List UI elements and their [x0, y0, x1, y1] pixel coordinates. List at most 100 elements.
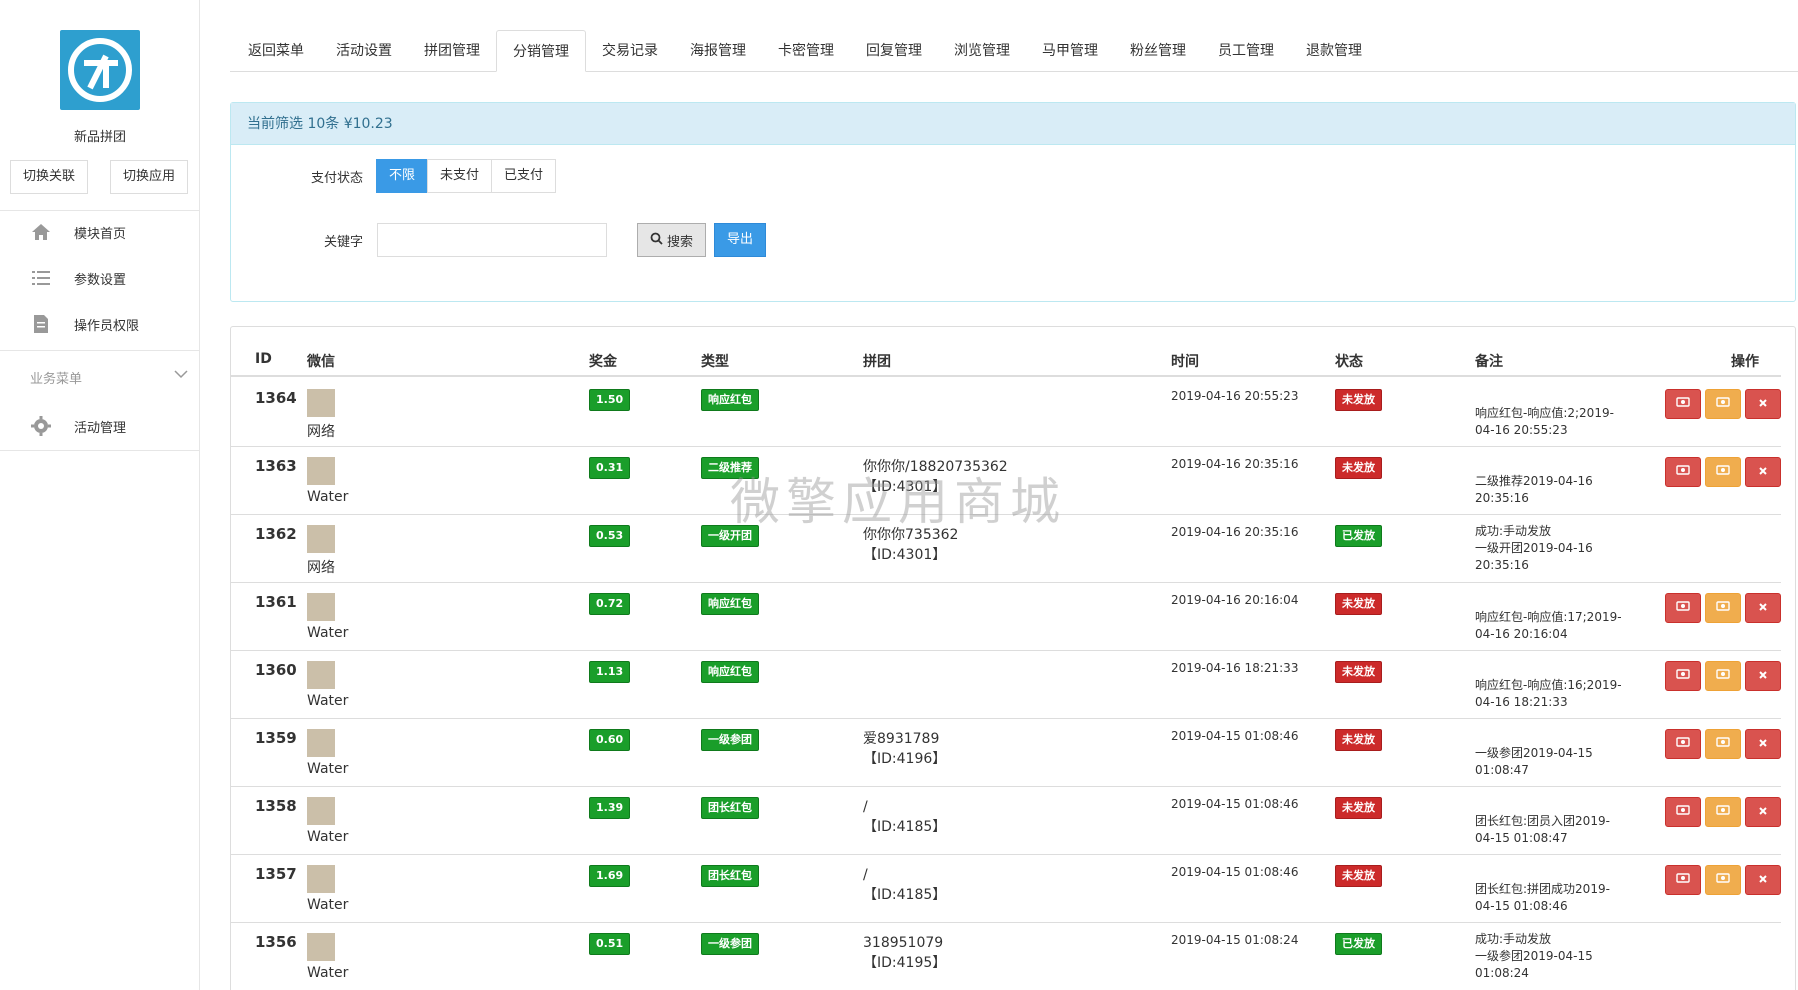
view-button[interactable]	[1665, 729, 1701, 759]
table-row: 1356 Water 0.51 一级参团 318951079 【ID:4195】 2019…	[231, 923, 1781, 990]
tab-0[interactable]: 返回菜单	[232, 30, 320, 72]
sidebar-item-label: 活动管理	[74, 420, 127, 436]
tab-2[interactable]: 拼团管理	[408, 30, 496, 72]
pay-button[interactable]	[1705, 865, 1741, 895]
avatar	[307, 933, 335, 961]
table-row: 1360 Water 1.13 响应红包 2019-04-16 18:21:33 未发放响…	[231, 651, 1781, 719]
record-time: 2019-04-16 20:16:04	[1171, 593, 1299, 607]
eye-icon	[1676, 600, 1690, 616]
delete-button[interactable]	[1745, 593, 1781, 623]
pay-button[interactable]	[1705, 389, 1741, 419]
pay-button[interactable]	[1705, 729, 1741, 759]
type-badge: 团长红包	[701, 865, 759, 887]
pay-status-segment: 不限 未支付 已支付	[376, 159, 557, 193]
money-icon	[1716, 396, 1730, 412]
view-button[interactable]	[1665, 593, 1701, 623]
tab-9[interactable]: 马甲管理	[1026, 30, 1114, 72]
pay-button[interactable]	[1705, 457, 1741, 487]
delete-button[interactable]	[1745, 797, 1781, 827]
pay-option-all[interactable]: 不限	[376, 159, 429, 193]
note-text: 成功:手动发放 一级参团2019-04-15 01:08:24	[1475, 932, 1593, 980]
bonus-badge: 0.53	[589, 525, 631, 547]
note-text: 团长红包:团员入团2019-04-15 01:08:47	[1475, 814, 1610, 845]
table-row: 1359 Water 0.60 一级参团 爱8931789 【ID:4196】 2019-…	[231, 719, 1781, 787]
eye-icon	[1676, 804, 1690, 820]
row-actions	[1665, 661, 1781, 691]
pay-button[interactable]	[1705, 593, 1741, 623]
sidebar-item-operator-permissions[interactable]: 操作员权限	[0, 304, 200, 344]
wechat-name: Water	[307, 625, 349, 641]
type-badge: 一级参团	[701, 729, 759, 751]
note-text: 响应红包-响应值:2;2019-04-16 20:55:23	[1475, 406, 1614, 437]
status-badge: 未发放	[1335, 865, 1382, 887]
sidebar-item-label: 操作员权限	[74, 318, 140, 334]
delete-button[interactable]	[1745, 729, 1781, 759]
pay-button[interactable]	[1705, 797, 1741, 827]
record-time: 2019-04-16 20:55:23	[1171, 389, 1299, 403]
tab-3[interactable]: 分销管理	[496, 30, 586, 72]
col-ops: 操作	[1731, 354, 1759, 370]
avatar	[307, 389, 335, 417]
sidebar-item-label: 参数设置	[74, 272, 127, 288]
tab-7[interactable]: 回复管理	[850, 30, 938, 72]
switch-app-button[interactable]: 切换应用	[110, 160, 189, 194]
records-table: ID 微信 奖金 类型 拼团 时间 状态 备注 操作 1364 网络 1.50 响应红…	[230, 326, 1796, 990]
document-icon	[30, 313, 52, 335]
wechat-name: Water	[307, 829, 349, 845]
wechat-name: Water	[307, 489, 349, 505]
view-button[interactable]	[1665, 457, 1701, 487]
table-row: 1358 Water 1.39 团长红包 / 【ID:4185】 2019-04-15 0…	[231, 787, 1781, 855]
bonus-badge: 1.13	[589, 661, 631, 683]
status-badge: 未发放	[1335, 729, 1382, 751]
wechat-name: 网络	[307, 560, 335, 576]
tab-12[interactable]: 退款管理	[1290, 30, 1378, 72]
avatar	[307, 661, 335, 689]
divider	[0, 350, 200, 351]
delete-button[interactable]	[1745, 865, 1781, 895]
bonus-badge: 1.50	[589, 389, 631, 411]
tab-5[interactable]: 海报管理	[674, 30, 762, 72]
keyword-input[interactable]	[377, 223, 607, 257]
view-button[interactable]	[1665, 389, 1701, 419]
pay-button[interactable]	[1705, 661, 1741, 691]
divider	[0, 450, 200, 451]
tab-4[interactable]: 交易记录	[586, 30, 674, 72]
row-id: 1358	[255, 797, 297, 815]
eye-icon	[1676, 464, 1690, 480]
view-button[interactable]	[1665, 865, 1701, 895]
row-id: 1357	[255, 865, 297, 883]
search-button[interactable]: 搜索	[637, 223, 707, 257]
bonus-badge: 0.72	[589, 593, 631, 615]
note-text: 一级参团2019-04-15 01:08:47	[1475, 746, 1593, 777]
tab-1[interactable]: 活动设置	[320, 30, 408, 72]
switch-link-button[interactable]: 切换关联	[10, 160, 89, 194]
eye-icon	[1676, 396, 1690, 412]
money-icon	[1716, 464, 1730, 480]
status-badge: 未发放	[1335, 797, 1382, 819]
chevron-down-icon[interactable]	[174, 368, 188, 383]
tab-11[interactable]: 员工管理	[1202, 30, 1290, 72]
view-button[interactable]	[1665, 661, 1701, 691]
pay-option-paid[interactable]: 已支付	[491, 159, 557, 193]
export-button[interactable]: 导出	[714, 223, 767, 257]
record-time: 2019-04-16 18:21:33	[1171, 661, 1299, 675]
group-info: 318951079 【ID:4195】	[863, 935, 947, 971]
view-button[interactable]	[1665, 797, 1701, 827]
wechat-name: Water	[307, 761, 349, 777]
pay-option-unpaid[interactable]: 未支付	[427, 159, 493, 193]
avatar	[307, 729, 335, 757]
close-icon	[1758, 601, 1768, 616]
tab-10[interactable]: 粉丝管理	[1114, 30, 1202, 72]
section-label: 业务菜单	[30, 372, 83, 387]
sidebar-item-activity[interactable]: 活动管理	[0, 406, 200, 446]
money-icon	[1716, 736, 1730, 752]
tab-6[interactable]: 卡密管理	[762, 30, 850, 72]
delete-button[interactable]	[1745, 661, 1781, 691]
delete-button[interactable]	[1745, 389, 1781, 419]
sidebar-item-module-home[interactable]: 模块首页	[0, 212, 200, 252]
tab-8[interactable]: 浏览管理	[938, 30, 1026, 72]
sidebar-item-params[interactable]: 参数设置	[0, 258, 200, 298]
record-time: 2019-04-15 01:08:46	[1171, 729, 1299, 743]
status-badge: 已发放	[1335, 525, 1382, 547]
delete-button[interactable]	[1745, 457, 1781, 487]
